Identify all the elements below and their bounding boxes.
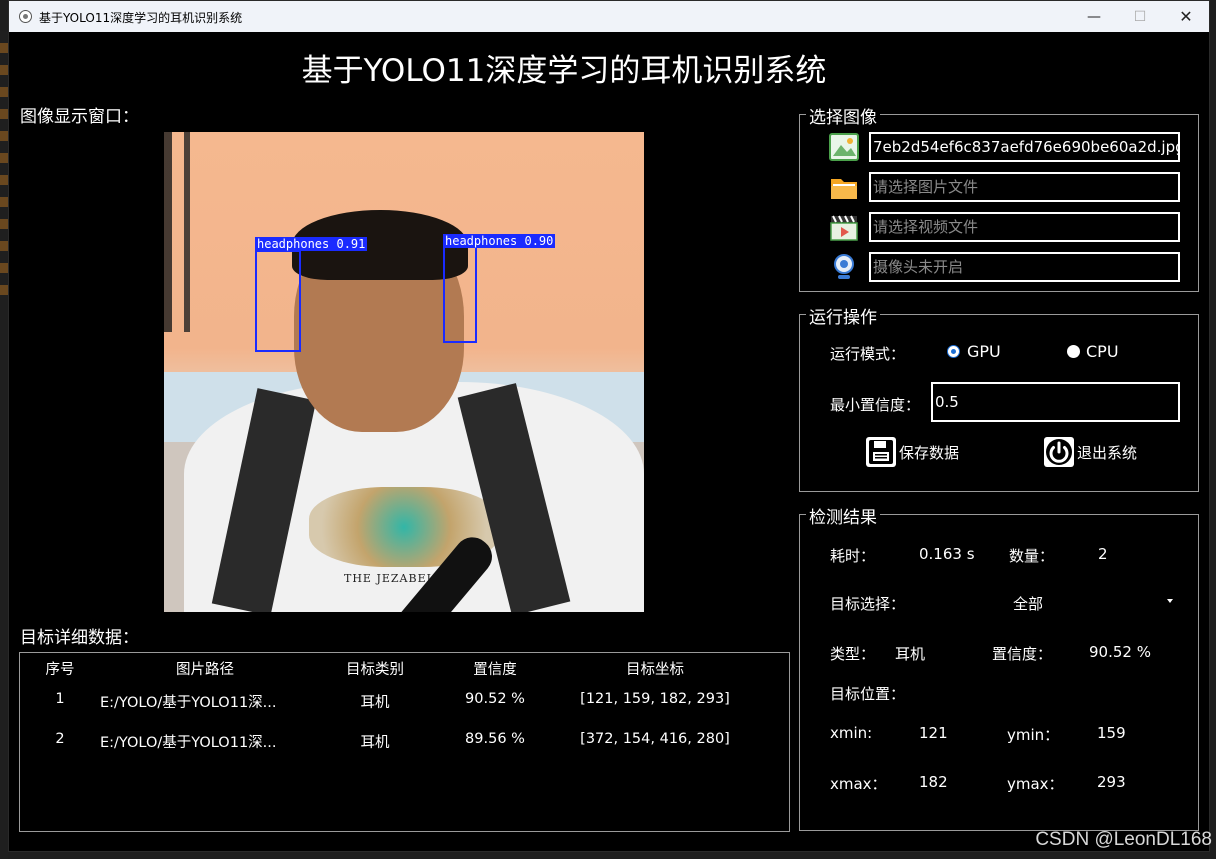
window-title: 基于YOLO11深度学习的耳机识别系统 [39, 11, 243, 25]
detection-results-title: 检测结果 [806, 503, 880, 528]
watermark: CSDN @LeonDL168 [1035, 829, 1212, 850]
xmin-value: 121 [919, 724, 948, 742]
table-header-class: 目标类别 [346, 662, 404, 678]
cell-index: 1 [55, 691, 65, 707]
video-file-icon[interactable] [829, 212, 859, 242]
app-window: 基于YOLO11深度学习的耳机识别系统 — ☐ ✕ 基于YOLO11深度学习的耳… [8, 0, 1210, 852]
image-folder-field[interactable]: 请选择图片文件 [869, 172, 1180, 202]
target-select-label: 目标选择： [830, 595, 906, 613]
ymax-value: 293 [1097, 773, 1126, 791]
chevron-down-icon[interactable] [1167, 599, 1173, 603]
camera-field[interactable]: 摄像头未开启 [869, 252, 1180, 282]
image-display: THE JEZABELS headphones 0.91 headphones … [164, 132, 644, 612]
xmax-label: xmax： [830, 775, 887, 793]
cell-class: 耳机 [360, 735, 390, 751]
camera-icon[interactable] [829, 252, 859, 282]
cpu-label[interactable]: CPU [1086, 342, 1119, 361]
time-label: 耗时： [830, 547, 876, 565]
min-confidence-input[interactable]: 0.5 [931, 382, 1180, 422]
page-title: 基于YOLO11深度学习的耳机识别系统 [301, 53, 827, 89]
cpu-radio[interactable] [1067, 345, 1080, 358]
ymax-label: ymax： [1007, 775, 1064, 793]
video-file-field[interactable]: 请选择视频文件 [869, 212, 1180, 242]
xmax-value: 182 [919, 773, 948, 791]
cell-confidence: 89.56 % [465, 731, 525, 747]
cell-index: 2 [55, 731, 65, 747]
count-value: 2 [1098, 545, 1108, 563]
cell-confidence: 90.52 % [465, 691, 525, 707]
confidence-value: 90.52 % [1089, 643, 1151, 661]
type-label: 类型： [830, 645, 876, 663]
app-icon [19, 10, 32, 23]
results-table: 序号 图片路径 目标类别 置信度 目标坐标 1 E:/YOLO/基于YOLO11… [19, 652, 790, 832]
cell-class: 耳机 [360, 695, 390, 711]
save-icon [866, 437, 896, 467]
maximize-button[interactable]: ☐ [1117, 1, 1163, 32]
save-data-button[interactable]: 保存数据 [866, 436, 959, 468]
image-path-field[interactable]: 7eb2d54ef6c837aefd76e690be60a2d.jpg [869, 132, 1180, 162]
folder-icon[interactable] [829, 172, 859, 202]
detection-label-1: headphones 0.91 [255, 237, 368, 251]
cell-coords: [121, 159, 182, 293] [580, 691, 730, 707]
table-header-path: 图片路径 [176, 662, 234, 678]
title-bar: 基于YOLO11深度学习的耳机识别系统 — ☐ ✕ [9, 1, 1209, 32]
background-editor-edge [0, 31, 8, 859]
ymin-label: ymin： [1007, 726, 1060, 744]
detection-box-2 [443, 246, 477, 343]
detection-box-1 [255, 250, 301, 352]
cables-shape [164, 132, 234, 332]
exit-system-button[interactable]: 退出系统 [1044, 436, 1137, 468]
table-header-coords: 目标坐标 [626, 662, 684, 678]
run-operations-title: 运行操作 [806, 303, 880, 328]
target-select-dropdown[interactable]: 全部 [999, 587, 1179, 617]
min-confidence-label: 最小置信度： [830, 396, 921, 414]
image-file-icon[interactable] [829, 132, 859, 162]
image-panel-label: 图像显示窗口： [20, 107, 139, 127]
detection-label-2: headphones 0.90 [443, 234, 556, 248]
gpu-radio[interactable] [947, 345, 960, 358]
cell-coords: [372, 154, 416, 280] [580, 731, 730, 747]
select-image-title: 选择图像 [806, 103, 880, 128]
table-label: 目标详细数据： [20, 628, 139, 648]
type-value: 耳机 [895, 645, 926, 663]
table-header-confidence: 置信度 [473, 662, 517, 678]
run-mode-label: 运行模式： [830, 345, 906, 363]
table-header-index: 序号 [45, 662, 75, 678]
close-button[interactable]: ✕ [1163, 1, 1209, 32]
target-select-value: 全部 [1013, 595, 1044, 613]
exit-system-label: 退出系统 [1077, 443, 1138, 462]
cell-path: E:/YOLO/基于YOLO11深... [100, 735, 277, 751]
target-position-label: 目标位置： [830, 685, 906, 703]
power-icon [1044, 437, 1074, 467]
confidence-label: 置信度： [992, 645, 1053, 663]
xmin-label: xmin: [830, 724, 873, 742]
save-data-label: 保存数据 [899, 443, 960, 462]
gpu-label[interactable]: GPU [967, 342, 1001, 361]
time-value: 0.163 s [919, 545, 975, 563]
ymin-value: 159 [1097, 724, 1126, 742]
cell-path: E:/YOLO/基于YOLO11深... [100, 695, 277, 711]
minimize-button[interactable]: — [1071, 1, 1117, 32]
count-label: 数量： [1009, 547, 1055, 565]
